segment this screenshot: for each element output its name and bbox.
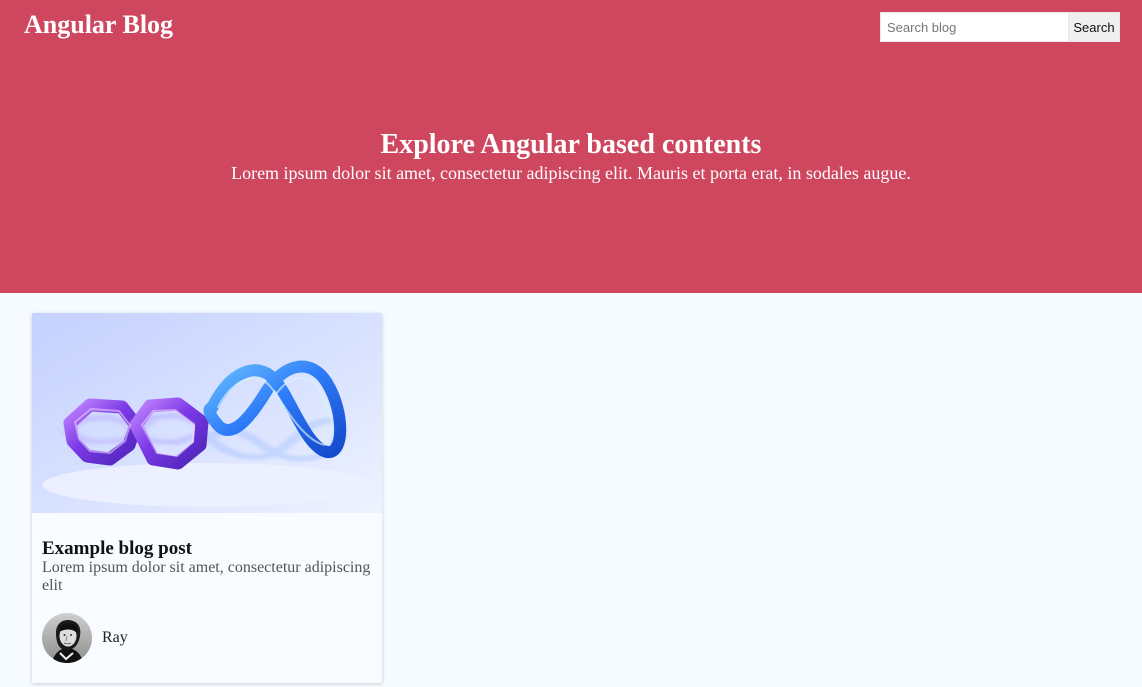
post-description: Lorem ipsum dolor sit amet, consectetur … [42,559,371,594]
hero-header: Angular Blog Search Explore Angular base… [0,0,1142,293]
search-input[interactable] [880,12,1068,42]
brand-title[interactable]: Angular Blog [24,9,173,41]
hero-title: Explore Angular based contents [380,129,762,160]
author-avatar [42,613,92,663]
author-info: Ray [42,613,372,663]
card-body: Example blog post Lorem ipsum dolor sit … [32,513,382,683]
posts-list: Example blog post Lorem ipsum dolor sit … [0,293,1142,687]
search-button[interactable]: Search [1068,12,1120,42]
hero-copy: Explore Angular based contents Lorem ips… [0,128,1142,184]
author-name: Ray [102,629,128,646]
blog-post-card[interactable]: Example blog post Lorem ipsum dolor sit … [32,313,382,683]
search-form: Search [880,12,1120,42]
hero-subtitle: Lorem ipsum dolor sit amet, consectetur … [231,163,911,183]
post-title[interactable]: Example blog post [42,539,372,559]
interlocked-loops-illustration [32,313,382,513]
